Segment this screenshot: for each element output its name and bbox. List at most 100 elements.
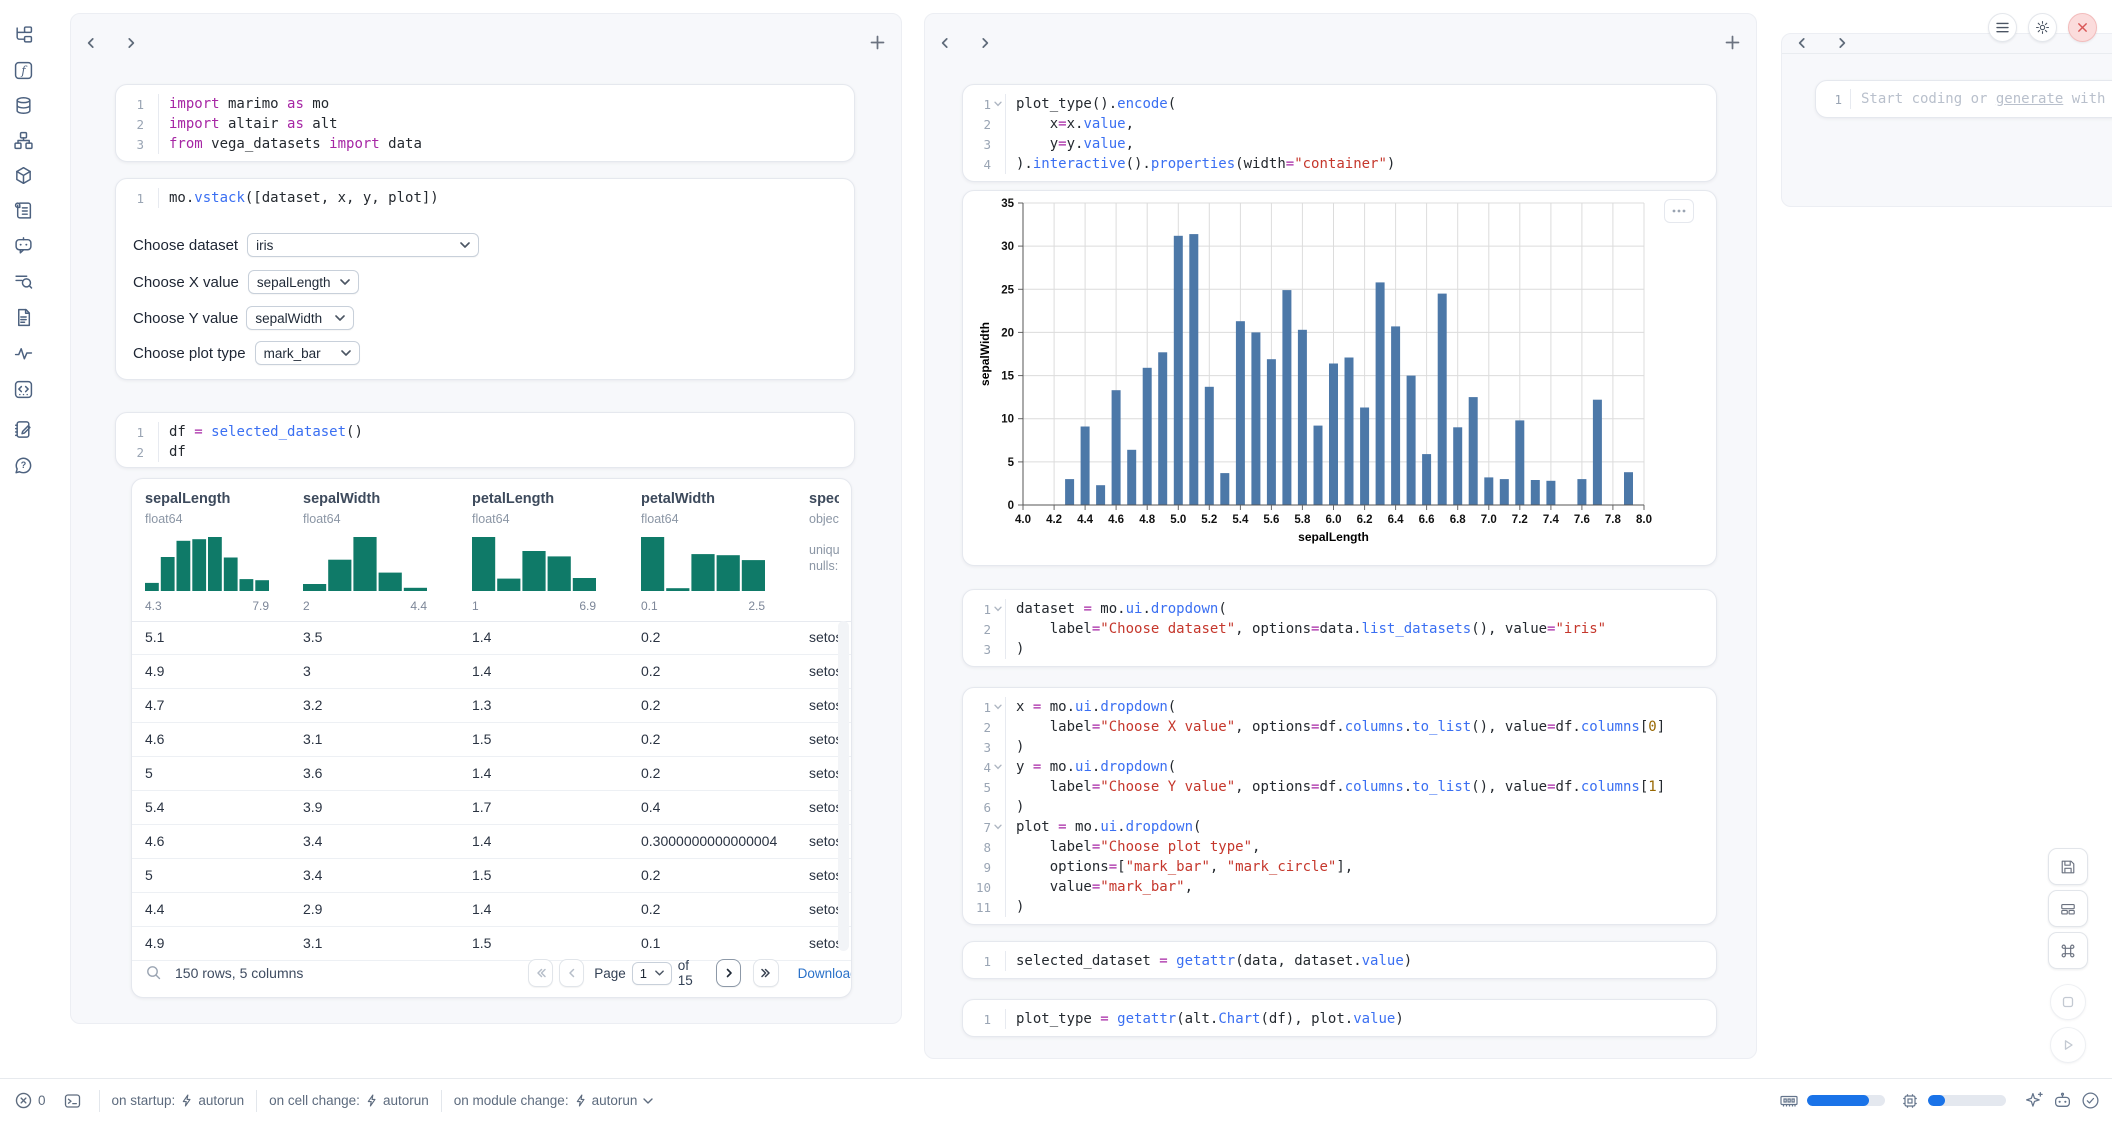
bar-chart[interactable]: 051015202530354.04.24.44.64.85.05.25.45.… — [975, 193, 1714, 555]
terminal-button[interactable] — [64, 1093, 81, 1109]
status-bar: 0 on startup: autorun on cell change: au… — [0, 1078, 2112, 1122]
table-row[interactable]: 4.42.91.40.2setosa — [132, 893, 851, 927]
code-line: 4).interactive().properties(width="conta… — [963, 154, 1716, 174]
column-histogram[interactable] — [145, 535, 269, 591]
table-row[interactable]: 5.13.51.40.2setosa — [132, 621, 851, 655]
table-row[interactable]: 4.63.41.40.3000000000000004setosa — [132, 825, 851, 859]
table-row[interactable]: 4.73.21.30.2setosa — [132, 689, 851, 723]
copilot-icon[interactable] — [2053, 1091, 2072, 1110]
y-select[interactable]: sepalWidth — [246, 306, 354, 330]
table-scrollbar[interactable] — [838, 621, 849, 951]
svg-text:6.2: 6.2 — [1357, 514, 1373, 526]
circle-x-icon — [15, 1092, 32, 1109]
last-page-button[interactable] — [753, 959, 778, 987]
command-palette-button[interactable] — [2048, 932, 2088, 969]
generate-link[interactable]: generate — [1996, 91, 2063, 107]
column-histogram[interactable] — [641, 535, 765, 591]
function-icon[interactable]: f — [14, 61, 33, 80]
chevron-down-icon — [341, 350, 351, 356]
dependency-graph-icon[interactable] — [14, 131, 33, 150]
cell-vstack[interactable]: 1mo.vstack([dataset, x, y, plot]) Choose… — [115, 178, 855, 380]
table-row[interactable]: 53.41.50.2setosa — [132, 859, 851, 893]
first-page-button[interactable] — [528, 959, 553, 987]
shutdown-button[interactable] — [2068, 13, 2097, 42]
logs-icon[interactable] — [14, 201, 33, 220]
column-header[interactable]: petalWidth — [641, 491, 791, 507]
column-header[interactable]: sepalLength — [145, 491, 295, 507]
column-header[interactable]: species — [809, 491, 839, 507]
on-startup-setting[interactable]: on startup: autorun — [112, 1093, 245, 1108]
tracing-icon[interactable] — [14, 344, 33, 363]
cell-xy-plot-dropdowns[interactable]: 1x = mo.ui.dropdown(2 label="Choose X va… — [962, 687, 1717, 925]
svg-text:7.6: 7.6 — [1574, 514, 1590, 526]
cell-selected-dataset[interactable]: 1selected_dataset = getattr(data, datase… — [962, 941, 1717, 979]
column3-prev-arrow[interactable] — [1795, 36, 1811, 52]
column-header[interactable]: petalLength — [472, 491, 622, 507]
errors-indicator[interactable]: 0 — [15, 1092, 46, 1109]
ai-chat-icon[interactable] — [14, 236, 33, 255]
table-search-icon[interactable] — [146, 965, 162, 981]
help-icon[interactable]: ? — [14, 456, 33, 475]
download-button[interactable]: Download — [798, 966, 852, 981]
scratchpad-icon[interactable] — [14, 420, 33, 439]
database-icon[interactable] — [14, 96, 33, 115]
svg-text:8.0: 8.0 — [1636, 514, 1652, 526]
cell-empty-editor[interactable]: 1 Start coding or generate with AI — [1815, 80, 2112, 118]
cell-imports[interactable]: 1import marimo as mo2import altair as al… — [115, 84, 855, 162]
table-row[interactable]: 53.61.40.2setosa — [132, 757, 851, 791]
column2-add-cell-button[interactable] — [1725, 35, 1741, 51]
column1-next-arrow[interactable] — [124, 36, 140, 52]
cell-encode[interactable]: 1plot_type().encode(2 x=x.value,3 y=y.va… — [962, 84, 1717, 182]
layout-button[interactable] — [2048, 890, 2088, 927]
dataset-select[interactable]: iris — [247, 233, 479, 257]
column-histogram[interactable] — [472, 535, 596, 591]
on-cell-change-setting[interactable]: on cell change: autorun — [269, 1093, 429, 1108]
packages-icon[interactable] — [14, 166, 33, 185]
column-header[interactable]: sepalWidth — [303, 491, 453, 507]
svg-text:25: 25 — [1001, 284, 1014, 296]
table-row[interactable]: 5.43.91.70.4setosa — [132, 791, 851, 825]
column2-prev-arrow[interactable] — [938, 36, 954, 52]
table-row[interactable]: 4.63.11.50.2setosa — [132, 723, 851, 757]
table-footer: 150 rows, 5 columns Page 1 of 15 Downloa… — [132, 949, 851, 997]
code-line: 3) — [963, 737, 1716, 757]
column1-prev-arrow[interactable] — [84, 36, 100, 52]
svg-text:6.4: 6.4 — [1388, 514, 1405, 526]
svg-text:7.4: 7.4 — [1543, 514, 1560, 526]
settings-button[interactable] — [2028, 13, 2057, 42]
column2-next-arrow[interactable] — [978, 36, 994, 52]
prev-page-button[interactable] — [559, 959, 584, 987]
cell-plot-type[interactable]: 1plot_type = getattr(alt.Chart(df), plot… — [962, 999, 1717, 1037]
ai-sparkle-icon[interactable] — [2025, 1091, 2044, 1110]
svg-text:sepalLength: sepalLength — [1298, 530, 1369, 544]
dataset-control-row: Choose dataset iris — [133, 233, 479, 257]
plot-type-control-row: Choose plot type mark_bar — [133, 341, 360, 365]
column-histogram[interactable] — [303, 535, 427, 591]
connection-status-icon[interactable] — [2081, 1091, 2100, 1110]
next-page-button[interactable] — [716, 959, 741, 987]
save-button[interactable] — [2048, 848, 2088, 885]
run-button[interactable] — [2050, 1027, 2086, 1063]
page-select[interactable]: 1 — [632, 962, 672, 985]
on-module-change-setting[interactable]: on module change: autorun — [454, 1093, 654, 1108]
code-line: 10 value="mark_bar", — [963, 877, 1716, 897]
file-tree-icon[interactable] — [14, 26, 33, 45]
table-row[interactable]: 4.931.40.2setosa — [132, 655, 851, 689]
code-line: 3from vega_datasets import data — [116, 134, 854, 154]
code-line: 6) — [963, 797, 1716, 817]
lightning-icon — [575, 1094, 586, 1107]
plot-type-select[interactable]: mark_bar — [255, 341, 360, 365]
search-icon[interactable] — [14, 272, 33, 291]
stop-button[interactable] — [2050, 984, 2086, 1020]
chart-menu-button[interactable] — [1664, 199, 1694, 223]
code-line: 1dataset = mo.ui.dropdown( — [963, 599, 1716, 619]
snippets-icon[interactable] — [14, 380, 33, 399]
x-select[interactable]: sepalLength — [248, 270, 359, 294]
cell-dataset-dropdown[interactable]: 1dataset = mo.ui.dropdown(2 label="Choos… — [962, 589, 1717, 667]
column3-next-arrow[interactable] — [1835, 36, 1851, 52]
code-line: 7plot = mo.ui.dropdown( — [963, 817, 1716, 837]
documentation-icon[interactable] — [14, 308, 33, 327]
column1-add-cell-button[interactable] — [870, 35, 886, 51]
notebook-menu-button[interactable] — [1988, 13, 2017, 42]
cell-df[interactable]: 1df = selected_dataset()2df — [115, 412, 855, 468]
